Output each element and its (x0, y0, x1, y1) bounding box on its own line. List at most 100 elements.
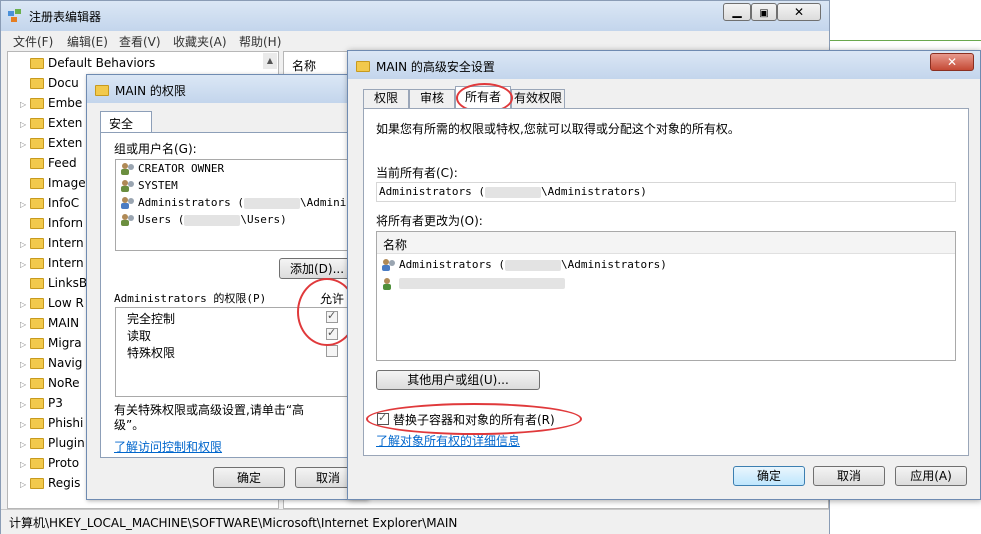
adv-tab-permissions[interactable]: 权限 (363, 89, 409, 108)
folder-icon (30, 298, 44, 309)
tree-item-label: Intern (48, 236, 84, 250)
expand-arrow-icon[interactable]: ▷ (20, 115, 30, 135)
tree-item[interactable]: ▷ Regis (20, 473, 80, 493)
perm-user-name: Users ( (138, 213, 185, 226)
tree-item-label: Proto (48, 456, 80, 470)
expand-arrow-icon[interactable]: ▷ (20, 475, 30, 495)
adv-current-owner-field: Administrators (\Administrators) (376, 182, 956, 202)
tree-item[interactable]: ▷ Embe (20, 93, 82, 113)
perm-user-row[interactable]: Users ( \Users) (120, 213, 287, 227)
menu-help[interactable]: 帮助(H) (239, 33, 281, 50)
tree-item[interactable]: ▷ Phishi (20, 413, 83, 433)
expand-arrow-icon[interactable]: ▷ (20, 255, 30, 275)
perm-user-row[interactable]: SYSTEM (120, 179, 178, 193)
adv-cancel-button[interactable]: 取消 (813, 466, 885, 486)
expand-arrow-icon[interactable]: ▷ (20, 375, 30, 395)
adv-intro: 如果您有所需的权限或特权,您就可以取得或分配这个对象的所有权。 (376, 122, 740, 136)
adv-ok-button[interactable]: 确定 (733, 466, 805, 486)
folder-icon (30, 418, 44, 429)
expand-arrow-icon[interactable]: ▷ (20, 355, 30, 375)
perm-add-button[interactable]: 添加(D)... (279, 258, 355, 279)
menu-view[interactable]: 查看(V) (119, 33, 161, 50)
adv-learn-link[interactable]: 了解对象所有权的详细信息 (376, 432, 520, 449)
perm-user-name: Administrators ( (138, 196, 244, 209)
tree-item[interactable]: ▷ Navig (20, 353, 82, 373)
folder-icon (30, 358, 44, 369)
perm-user-suffix: \Users) (240, 213, 287, 226)
tree-item[interactable]: ▷ Exten (20, 133, 82, 153)
adv-owner-list-item[interactable]: Administrators (\Administrators) (381, 258, 667, 272)
tree-item[interactable]: ▷ MAIN (20, 313, 79, 333)
redacted-text (184, 214, 241, 226)
folder-icon (30, 478, 44, 489)
perm-tab-security[interactable]: 安全 (100, 111, 152, 133)
expand-arrow-icon[interactable]: ▷ (20, 235, 30, 255)
tree-item-label: Regis (48, 476, 81, 490)
regedit-titlebar: 注册表编辑器 ▁ ▣ ✕ (1, 1, 829, 31)
tree-item[interactable]: LinksB (20, 273, 87, 293)
folder-icon (30, 178, 44, 189)
expand-arrow-icon[interactable]: ▷ (20, 95, 30, 115)
expand-arrow-icon[interactable]: ▷ (20, 435, 30, 455)
tree-item[interactable]: ▷ Migra (20, 333, 82, 353)
adv-tab-effective[interactable]: 有效权限 (511, 89, 565, 108)
adv-owner-list-item[interactable] (381, 276, 565, 291)
expand-arrow-icon[interactable]: ▷ (20, 455, 30, 475)
adv-close-button[interactable]: ✕ (930, 53, 974, 71)
expand-arrow-icon[interactable]: ▷ (20, 395, 30, 415)
menu-favorites[interactable]: 收藏夹(A) (173, 33, 227, 50)
tree-item[interactable]: Inforn (20, 213, 83, 233)
expand-arrow-icon[interactable]: ▷ (20, 135, 30, 155)
perm-user-row[interactable]: CREATOR OWNER (120, 162, 224, 176)
tree-item-label: Feed (48, 156, 77, 170)
adv-other-users-label: 其他用户或组(U)... (407, 373, 509, 387)
tree-item[interactable]: ▷ P3 (20, 393, 63, 413)
minimize-button[interactable]: ▁ (723, 3, 751, 21)
adv-list-header[interactable]: 名称 (377, 232, 955, 254)
tree-scroll-up[interactable]: ▲ (263, 53, 277, 69)
folder-icon (30, 138, 44, 149)
user-icon (381, 277, 397, 291)
tree-item-label: Plugin (48, 436, 85, 450)
perm-user-name: CREATOR OWNER (138, 162, 225, 175)
adv-other-users-button[interactable]: 其他用户或组(U)... (376, 370, 540, 390)
tree-item[interactable]: ▷ Intern (20, 253, 84, 273)
maximize-button[interactable]: ▣ (751, 3, 777, 21)
tree-item[interactable]: ▷ InfoC (20, 193, 79, 213)
tree-item[interactable]: ▷ Intern (20, 233, 84, 253)
expand-arrow-icon[interactable]: ▷ (20, 415, 30, 435)
tree-item[interactable]: Feed (20, 153, 77, 173)
close-button[interactable]: ✕ (777, 3, 821, 21)
tree-item[interactable]: Default Behaviors (20, 53, 155, 73)
list-column-name[interactable]: 名称 (292, 57, 316, 74)
tree-item-label: NoRe (48, 376, 80, 390)
redacted-text (243, 197, 300, 209)
perm-tab-label: 安全 (109, 117, 134, 131)
perm-user-row[interactable]: Administrators (\Administ (120, 196, 360, 210)
menu-file[interactable]: 文件(F) (13, 33, 53, 50)
tree-item[interactable]: ▷ Low R (20, 293, 84, 313)
expand-arrow-icon[interactable]: ▷ (20, 315, 30, 335)
tree-item-label: Default Behaviors (48, 56, 156, 70)
perm-ok-button[interactable]: 确定 (213, 467, 285, 488)
menu-edit[interactable]: 编辑(E) (67, 33, 108, 50)
perm-allow-checkbox[interactable] (326, 345, 338, 357)
tree-item[interactable]: Image (20, 173, 86, 193)
expand-arrow-icon[interactable]: ▷ (20, 335, 30, 355)
tree-item[interactable]: ▷ NoRe (20, 373, 80, 393)
folder-icon (30, 58, 44, 69)
perm-titlebar: MAIN 的权限 (87, 75, 367, 103)
perm-learn-link[interactable]: 了解访问控制和权限 (114, 438, 222, 455)
perm-permission-label: 特殊权限 (127, 346, 176, 360)
expand-arrow-icon[interactable]: ▷ (20, 295, 30, 315)
adv-apply-button[interactable]: 应用(A) (895, 466, 967, 486)
perm-advanced-hint: 有关特殊权限或高级设置,请单击“高级”。 (114, 403, 305, 432)
tree-item[interactable]: ▷ Proto (20, 453, 79, 473)
tree-item[interactable]: ▷ Plugin (20, 433, 85, 453)
tree-item-label: Navig (48, 356, 83, 370)
perm-permissions-label: Administrators 的权限(P) (114, 292, 267, 305)
tree-item[interactable]: Docu (20, 73, 79, 93)
adv-tab-auditing[interactable]: 审核 (409, 89, 455, 108)
expand-arrow-icon[interactable]: ▷ (20, 195, 30, 215)
tree-item[interactable]: ▷ Exten (20, 113, 82, 133)
